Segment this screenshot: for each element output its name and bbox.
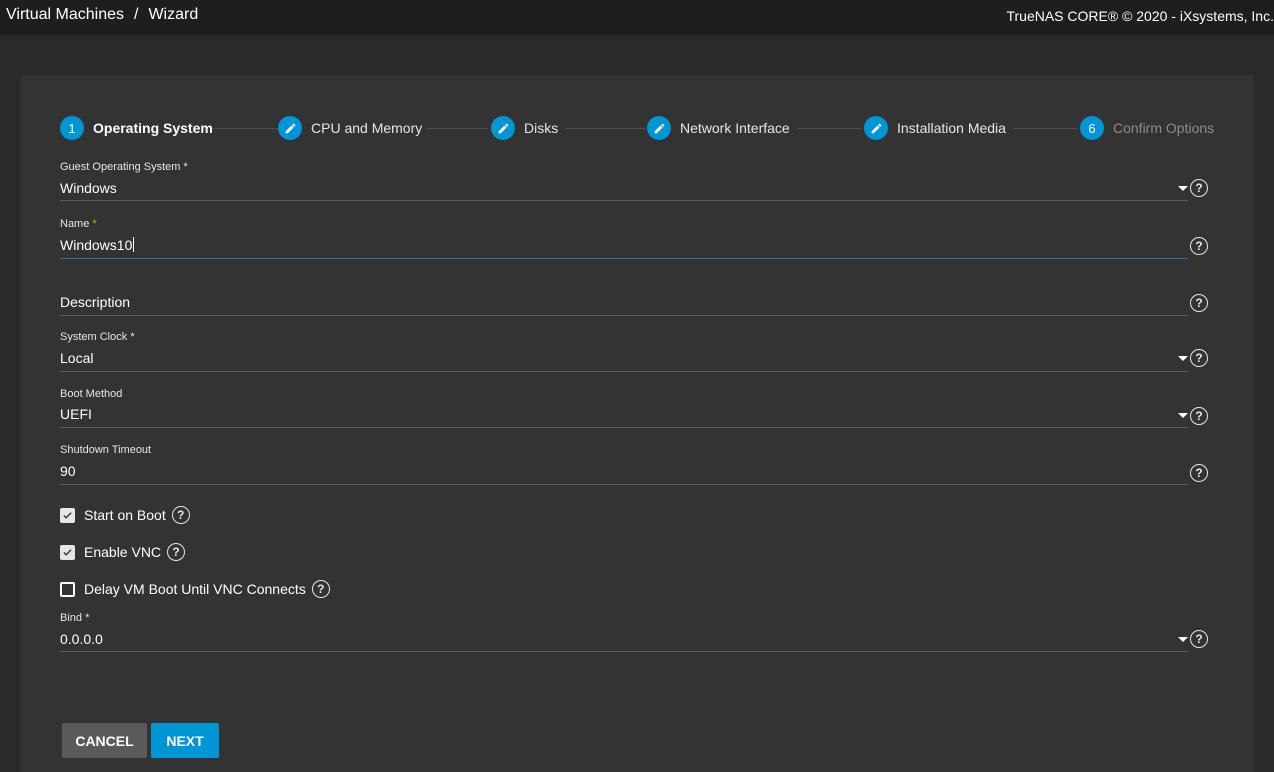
field-value: Windows xyxy=(60,180,117,196)
step-label: Network Interface xyxy=(680,120,790,136)
field-label: Shutdown Timeout xyxy=(60,444,152,456)
boot-method-select[interactable]: Boot Method UEFI xyxy=(60,387,1188,429)
help-circle-icon[interactable]: ? xyxy=(1190,294,1208,312)
next-button[interactable]: NEXT xyxy=(151,723,219,758)
start-on-boot-checkbox[interactable]: Start on Boot ? xyxy=(60,506,190,524)
step-number: 1 xyxy=(60,116,84,140)
field-value: Windows10 xyxy=(60,237,135,253)
help-circle-icon[interactable]: ? xyxy=(1190,179,1208,197)
field-label: Guest Operating System * xyxy=(60,161,188,173)
help-circle-icon[interactable]: ? xyxy=(171,506,190,524)
delay-vm-boot-checkbox[interactable]: Delay VM Boot Until VNC Connects ? xyxy=(60,580,330,598)
help-circle-icon[interactable]: ? xyxy=(311,580,330,598)
step-disks[interactable]: Disks xyxy=(491,116,558,140)
caret-down-icon xyxy=(1178,356,1188,361)
field-value: Local xyxy=(60,350,94,366)
field-label: System Clock * xyxy=(60,331,135,343)
guest-os-select[interactable]: Guest Operating System * Windows xyxy=(60,160,1188,202)
breadcrumb-item-virtual-machines[interactable]: Virtual Machines xyxy=(6,6,124,24)
field-label: Name * xyxy=(60,218,97,230)
help-circle-icon[interactable]: ? xyxy=(1190,464,1208,482)
field-label: Bind * xyxy=(60,612,90,624)
caret-down-icon xyxy=(1178,413,1188,418)
field-underline xyxy=(60,200,1188,201)
description-input[interactable]: Description xyxy=(60,274,1188,316)
field-underline xyxy=(60,315,1188,316)
step-installation-media[interactable]: Installation Media xyxy=(864,116,1006,140)
name-input[interactable]: Name * Windows10 xyxy=(60,217,1188,259)
field-underline xyxy=(60,258,1188,259)
checkbox-label: Enable VNC xyxy=(84,544,162,560)
caret-down-icon xyxy=(1178,186,1188,191)
pencil-icon xyxy=(278,116,302,140)
help-circle-icon[interactable]: ? xyxy=(1190,237,1208,255)
copyright-text: TrueNAS CORE® © 2020 - iXsystems, Inc. xyxy=(1006,8,1274,24)
help-circle-icon[interactable]: ? xyxy=(1190,349,1208,367)
caret-down-icon xyxy=(1178,637,1188,642)
pencil-icon xyxy=(647,116,671,140)
step-connector xyxy=(212,128,278,129)
field-value: UEFI xyxy=(60,406,92,422)
field-label: Boot Method xyxy=(60,388,123,400)
step-confirm-options[interactable]: 6 Confirm Options xyxy=(1080,116,1214,140)
checkbox-label: Start on Boot xyxy=(84,507,166,523)
pencil-icon xyxy=(864,116,888,140)
breadcrumb-item-wizard: Wizard xyxy=(148,6,199,23)
step-label: Confirm Options xyxy=(1113,120,1215,136)
enable-vnc-checkbox[interactable]: Enable VNC ? xyxy=(60,543,186,561)
help-circle-icon[interactable]: ? xyxy=(1190,630,1208,648)
pencil-icon xyxy=(491,116,515,140)
field-value: 90 xyxy=(60,463,76,479)
field-placeholder: Description xyxy=(60,294,131,310)
step-connector xyxy=(798,128,862,129)
step-connector xyxy=(426,128,488,129)
step-label: Disks xyxy=(524,120,559,136)
bind-select[interactable]: Bind * 0.0.0.0 xyxy=(60,611,1188,653)
step-label: CPU and Memory xyxy=(311,120,423,136)
step-cpu-and-memory[interactable]: CPU and Memory xyxy=(278,116,422,140)
help-circle-icon[interactable]: ? xyxy=(1190,407,1208,425)
check-icon xyxy=(63,548,72,556)
step-network-interface[interactable]: Network Interface xyxy=(647,116,790,140)
breadcrumb: Virtual Machines / Wizard xyxy=(6,6,198,24)
checkbox[interactable] xyxy=(60,507,75,523)
step-connector xyxy=(1014,128,1078,129)
help-circle-icon[interactable]: ? xyxy=(167,543,186,561)
field-underline xyxy=(60,427,1188,428)
top-bar: Virtual Machines / Wizard TrueNAS CORE® … xyxy=(0,0,1274,35)
field-underline xyxy=(60,484,1188,485)
text-caret xyxy=(133,237,135,252)
wizard-stepper: 1 Operating System CPU and Memory Disks … xyxy=(20,75,1254,155)
field-underline xyxy=(60,651,1188,652)
checkbox[interactable] xyxy=(60,544,75,560)
wizard-card: 1 Operating System CPU and Memory Disks … xyxy=(20,75,1254,772)
step-label: Operating System xyxy=(93,120,213,136)
step-label: Installation Media xyxy=(897,120,1006,136)
breadcrumb-separator: / xyxy=(133,6,139,23)
field-underline xyxy=(60,371,1188,372)
field-value: 0.0.0.0 xyxy=(60,631,103,647)
shutdown-timeout-input[interactable]: Shutdown Timeout 90 xyxy=(60,443,1188,485)
step-connector xyxy=(566,128,646,129)
cancel-button[interactable]: CANCEL xyxy=(62,723,147,758)
checkbox[interactable] xyxy=(60,581,75,597)
step-number: 6 xyxy=(1080,116,1104,140)
checkbox-label: Delay VM Boot Until VNC Connects xyxy=(84,581,306,597)
system-clock-select[interactable]: System Clock * Local xyxy=(60,330,1188,372)
check-icon xyxy=(63,511,72,519)
step-operating-system[interactable]: 1 Operating System xyxy=(60,116,213,140)
